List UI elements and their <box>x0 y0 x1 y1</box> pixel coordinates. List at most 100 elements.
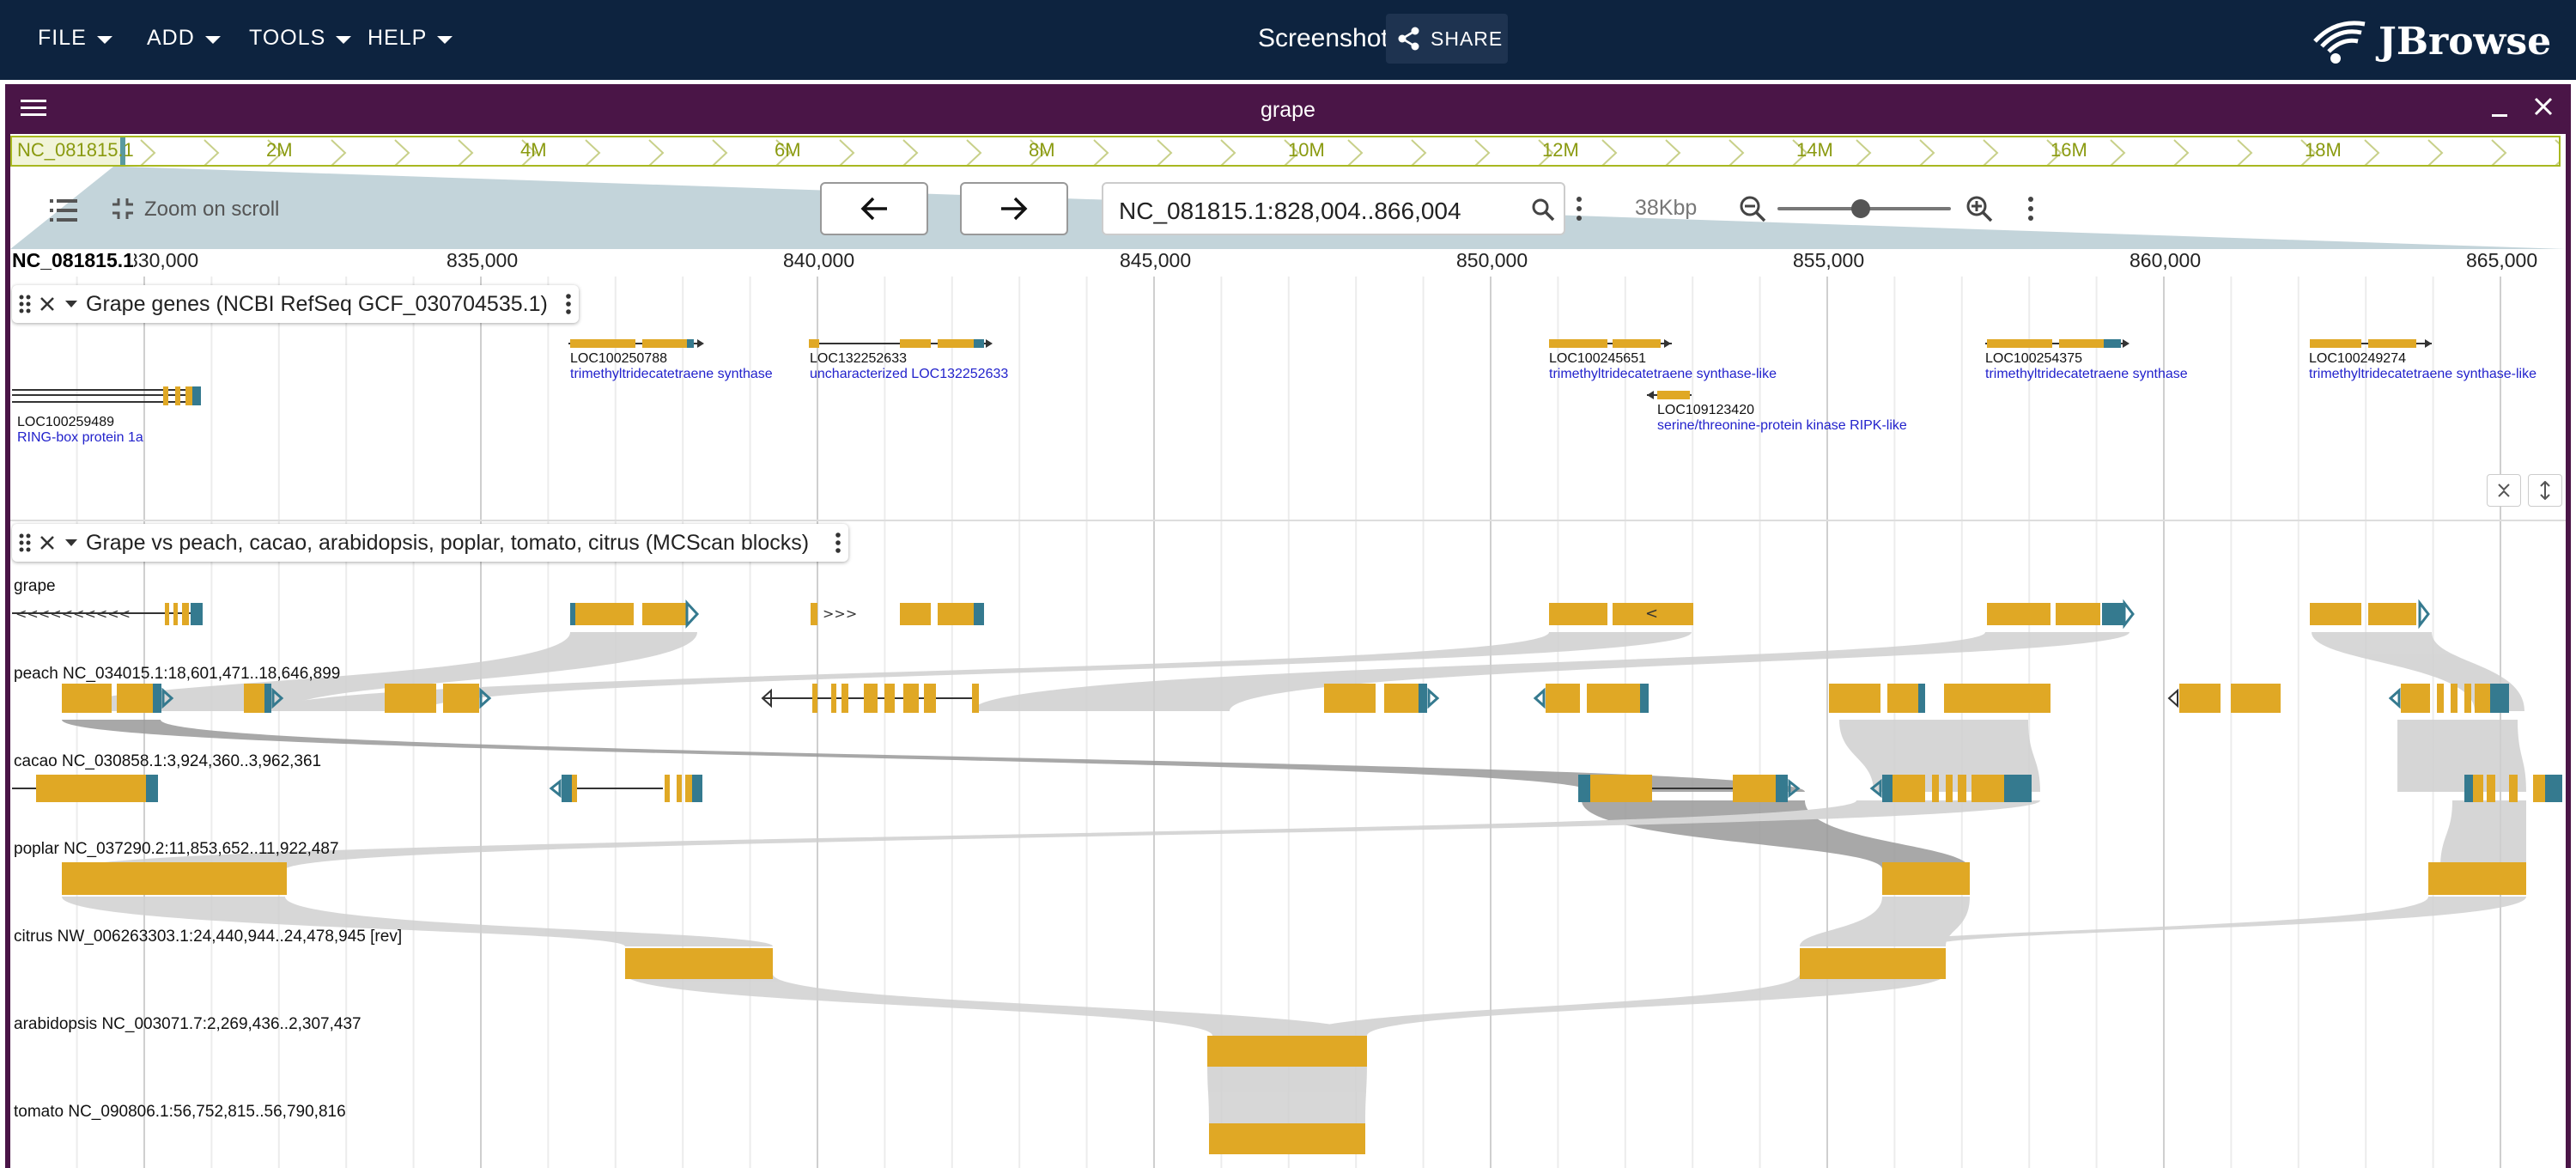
view-title: grape <box>1261 98 1315 122</box>
synteny-row-label: citrus NW_006263303.1:24,440,944..24,478… <box>14 928 403 946</box>
svg-text:<<<<<<<<<<: <<<<<<<<<< <box>15 605 131 622</box>
gene-name[interactable]: LOC100259489 <box>17 415 114 430</box>
search-icon[interactable] <box>1531 198 1555 222</box>
gene-name[interactable]: LOC132252633 <box>810 351 907 367</box>
zoom-on-scroll-icon[interactable] <box>110 196 136 222</box>
ruler: NC_081815.1 830,000 835,000 840,000 845,… <box>10 249 2566 277</box>
overview-label: 14M <box>1796 139 1833 161</box>
tracks-canvas: <<<<<<<<<< >>> < <box>10 277 2566 1168</box>
chevron-down-icon[interactable] <box>64 538 79 548</box>
gene-name[interactable]: LOC109123420 <box>1657 403 1754 418</box>
cacao-row-genes[interactable] <box>12 775 2562 802</box>
collapse-icon <box>2498 484 2510 497</box>
jbrowse-logo: JBrowse <box>2310 15 2551 67</box>
gene-glyph[interactable] <box>809 339 993 348</box>
ruler-refname: NC_081815.1 <box>12 249 134 272</box>
arrow-left-icon <box>860 197 887 221</box>
locus-search-box[interactable]: NC_081815.1:828,004..866,004 <box>1102 182 1565 235</box>
overview-label: 12M <box>1542 139 1579 161</box>
gene-description: serine/threonine-protein kinase RIPK-lik… <box>1657 418 1907 433</box>
gene-glyph[interactable] <box>1549 339 1672 348</box>
help-menu[interactable]: HELP <box>368 26 453 51</box>
expand-track-button[interactable] <box>2528 474 2562 507</box>
gene-glyph[interactable] <box>568 339 704 348</box>
scroll-left-button[interactable] <box>820 182 928 235</box>
overview-label: 4M <box>520 139 547 161</box>
drag-handle-icon[interactable] <box>19 295 31 313</box>
poplar-row-genes[interactable] <box>62 862 2526 895</box>
locus-options-icon[interactable] <box>1575 196 1583 222</box>
close-icon[interactable] <box>38 295 57 313</box>
overview-chevrons <box>12 137 2559 165</box>
ruler-tick-label: 850,000 <box>1456 249 1528 271</box>
logo-text: JBrowse <box>2379 19 2552 64</box>
synteny-row-label: arabidopsis NC_003071.7:2,269,436..2,307… <box>14 1015 361 1033</box>
scroll-right-button[interactable] <box>960 182 1068 235</box>
share-button[interactable]: SHARE <box>1386 14 1508 64</box>
overview-scalebar[interactable]: NC_081815.1 2M 4M 6M 8M 10M 12M 14M 16M … <box>10 136 2561 167</box>
gene-description: trimethyltridecatetraene synthase-like <box>2309 367 2537 381</box>
share-icon <box>1398 27 1419 51</box>
arrow-right-icon <box>1001 197 1028 221</box>
chevron-down-icon[interactable] <box>64 299 79 309</box>
gene-glyph[interactable] <box>2310 339 2432 348</box>
gene-name[interactable]: LOC100254375 <box>1985 351 2082 367</box>
view-options-icon[interactable] <box>2026 196 2035 222</box>
gene-name[interactable]: LOC100245651 <box>1549 351 1646 367</box>
app-bar: FILE ADD TOOLS HELP Screenshot SHARE JBr… <box>0 0 2576 80</box>
track-options-icon[interactable] <box>835 532 841 554</box>
view-header: grape <box>5 84 2571 134</box>
session-title[interactable]: Screenshot <box>1258 24 1388 53</box>
gene-track-header[interactable]: Grape genes (NCBI RefSeq GCF_030704535.1… <box>12 285 579 323</box>
overview-label-refname: NC_081815.1 <box>17 139 134 161</box>
chevron-down-icon <box>336 35 352 44</box>
file-menu[interactable]: FILE <box>38 26 112 51</box>
expand-vertical-icon <box>2540 481 2550 500</box>
zoom-slider-thumb[interactable] <box>1851 199 1870 218</box>
collapse-track-button[interactable] <box>2487 474 2521 507</box>
synteny-row-label: peach NC_034015.1:18,601,471..18,646,899 <box>14 665 341 683</box>
arabidopsis-row-genes[interactable] <box>1207 1036 1367 1067</box>
ruler-tick-label: 860,000 <box>2129 249 2202 271</box>
gene-glyph[interactable] <box>1647 391 1692 399</box>
gene-name[interactable]: LOC100249274 <box>2309 351 2406 367</box>
gene-description: trimethyltridecatetraene synthase <box>1985 367 2188 381</box>
overview-label: 16M <box>2050 139 2087 161</box>
synteny-row-label: cacao NC_030858.1:3,924,360..3,962,361 <box>14 752 322 770</box>
add-menu-label: ADD <box>147 26 195 50</box>
zoom-on-scroll-label[interactable]: Zoom on scroll <box>144 198 279 222</box>
track-selector-icon[interactable] <box>50 198 77 223</box>
add-menu[interactable]: ADD <box>147 26 221 51</box>
overview-label: 6M <box>775 139 801 161</box>
share-label: SHARE <box>1431 27 1504 50</box>
tomato-row-genes[interactable] <box>1209 1123 1365 1154</box>
zoom-out-icon[interactable] <box>1738 194 1767 223</box>
gene-description: RING-box protein 1a <box>17 430 143 445</box>
ruler-tick-label: 840,000 <box>783 249 855 271</box>
close-icon[interactable] <box>38 533 57 552</box>
locus-input[interactable]: NC_081815.1:828,004..866,004 <box>1119 198 1461 225</box>
minimize-icon[interactable] <box>2490 100 2509 119</box>
overview-label: 2M <box>266 139 293 161</box>
gene-description: trimethyltridecatetraene synthase-like <box>1549 367 1777 381</box>
close-icon[interactable] <box>2533 96 2554 117</box>
ruler-tick-label: 845,000 <box>1120 249 1192 271</box>
track-options-icon[interactable] <box>565 293 572 315</box>
gene-glyph[interactable] <box>1985 339 2129 348</box>
tools-menu[interactable]: TOOLS <box>249 26 352 51</box>
chevron-down-icon <box>204 35 221 44</box>
overview-label: 10M <box>1288 139 1325 161</box>
grape-row-genes[interactable]: <<<<<<<<<< >>> < <box>12 599 2430 630</box>
synteny-track-title: Grape vs peach, cacao, arabidopsis, popl… <box>86 530 810 555</box>
synteny-row-label: tomato NC_090806.1:56,752,815..56,790,81… <box>14 1103 346 1121</box>
jbrowse-logo-icon <box>2313 21 2366 64</box>
zoom-in-icon[interactable] <box>1965 194 1994 223</box>
gene-name[interactable]: LOC100250788 <box>570 351 667 367</box>
ruler-tick-label: 855,000 <box>1793 249 1865 271</box>
gene-glyph[interactable] <box>12 386 201 405</box>
svg-text:<: < <box>1645 605 1658 623</box>
synteny-track-header[interactable]: Grape vs peach, cacao, arabidopsis, popl… <box>12 524 848 562</box>
drag-handle-icon[interactable] <box>19 533 31 552</box>
gene-description: uncharacterized LOC132252633 <box>810 367 1009 381</box>
citrus-row-genes[interactable] <box>625 948 1946 979</box>
